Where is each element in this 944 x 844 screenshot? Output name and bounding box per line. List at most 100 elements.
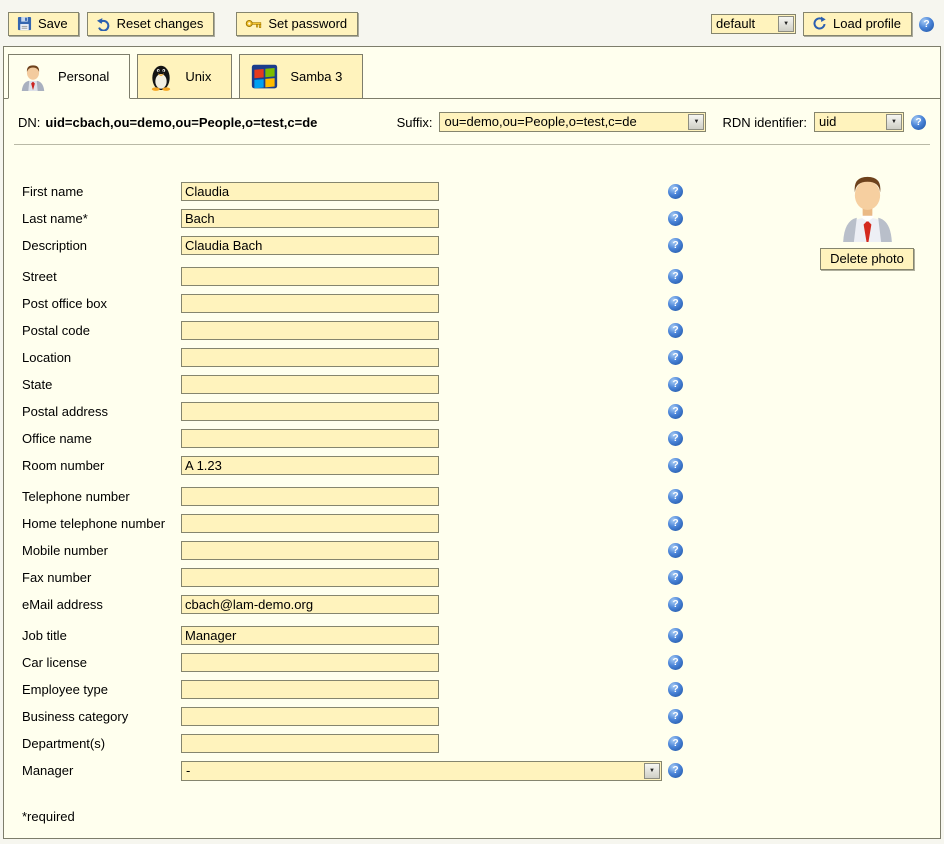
help-icon[interactable]: ? bbox=[911, 115, 926, 130]
tab-bar: Personal Unix Samba 3 bbox=[4, 47, 940, 99]
rdn-select[interactable]: uid bbox=[814, 112, 904, 132]
description-field-area bbox=[181, 236, 668, 255]
help-icon[interactable]: ? bbox=[668, 655, 683, 670]
user-photo bbox=[840, 172, 895, 245]
car-license-input[interactable] bbox=[181, 653, 439, 672]
tab-samba3[interactable]: Samba 3 bbox=[239, 54, 363, 99]
description-label: Description bbox=[22, 238, 181, 253]
help-icon[interactable]: ? bbox=[668, 377, 683, 392]
room-number-input[interactable] bbox=[181, 456, 439, 475]
first-name-input[interactable] bbox=[181, 182, 439, 201]
form-row-first-name: First name? bbox=[4, 178, 940, 205]
postal-code-field-area bbox=[181, 321, 668, 340]
manager-label: Manager bbox=[22, 763, 181, 778]
help-icon[interactable]: ? bbox=[668, 404, 683, 419]
help-icon[interactable]: ? bbox=[668, 543, 683, 558]
business-category-input[interactable] bbox=[181, 707, 439, 726]
state-input[interactable] bbox=[181, 375, 439, 394]
toolbar-right: default Load profile ? bbox=[711, 12, 934, 36]
office-name-field-area bbox=[181, 429, 668, 448]
help-icon[interactable]: ? bbox=[668, 296, 683, 311]
telephone-number-label: Telephone number bbox=[22, 489, 181, 504]
manager-field-area: - bbox=[181, 761, 668, 781]
help-icon[interactable]: ? bbox=[668, 682, 683, 697]
job-title-label: Job title bbox=[22, 628, 181, 643]
tab-personal[interactable]: Personal bbox=[8, 54, 130, 99]
form-row-description: Description? bbox=[4, 232, 940, 259]
profile-select[interactable]: default bbox=[711, 14, 796, 34]
street-input[interactable] bbox=[181, 267, 439, 286]
help-icon[interactable]: ? bbox=[668, 597, 683, 612]
save-button[interactable]: Save bbox=[8, 12, 79, 36]
delete-photo-button[interactable]: Delete photo bbox=[820, 248, 914, 270]
help-icon[interactable]: ? bbox=[668, 431, 683, 446]
help-icon[interactable]: ? bbox=[668, 570, 683, 585]
help-icon[interactable]: ? bbox=[668, 350, 683, 365]
departments-input[interactable] bbox=[181, 734, 439, 753]
help-icon[interactable]: ? bbox=[668, 763, 683, 778]
help-icon[interactable]: ? bbox=[668, 736, 683, 751]
job-title-field-area bbox=[181, 626, 668, 645]
email-address-label: eMail address bbox=[22, 597, 181, 612]
last-name-label: Last name* bbox=[22, 211, 181, 226]
state-label: State bbox=[22, 377, 181, 392]
form-section: First name?Last name*?Description?Street… bbox=[4, 145, 940, 824]
help-icon[interactable]: ? bbox=[668, 516, 683, 531]
help-icon[interactable]: ? bbox=[668, 458, 683, 473]
key-icon bbox=[245, 18, 262, 29]
fax-number-field-area bbox=[181, 568, 668, 587]
toolbar: Save Reset changes Set password default … bbox=[0, 0, 944, 46]
help-icon[interactable]: ? bbox=[668, 628, 683, 643]
form-row-car-license: Car license? bbox=[4, 649, 940, 676]
help-icon[interactable]: ? bbox=[668, 269, 683, 284]
first-name-field-area bbox=[181, 182, 668, 201]
post-office-box-field-area bbox=[181, 294, 668, 313]
help-icon[interactable]: ? bbox=[919, 17, 934, 32]
fax-number-input[interactable] bbox=[181, 568, 439, 587]
help-icon[interactable]: ? bbox=[668, 211, 683, 226]
set-password-button[interactable]: Set password bbox=[236, 12, 358, 36]
help-icon[interactable]: ? bbox=[668, 709, 683, 724]
save-label: Save bbox=[38, 16, 68, 31]
postal-address-input[interactable] bbox=[181, 402, 439, 421]
office-name-input[interactable] bbox=[181, 429, 439, 448]
suffix-select[interactable]: ou=demo,ou=People,o=test,c=de bbox=[439, 112, 706, 132]
car-license-label: Car license bbox=[22, 655, 181, 670]
business-category-field-area bbox=[181, 707, 668, 726]
form-row-mobile-number: Mobile number? bbox=[4, 537, 940, 564]
help-icon[interactable]: ? bbox=[668, 238, 683, 253]
load-profile-button[interactable]: Load profile bbox=[803, 12, 912, 36]
employee-type-input[interactable] bbox=[181, 680, 439, 699]
help-icon[interactable]: ? bbox=[668, 184, 683, 199]
room-number-label: Room number bbox=[22, 458, 181, 473]
save-icon bbox=[17, 16, 32, 31]
home-telephone-number-label: Home telephone number bbox=[22, 516, 181, 531]
help-icon[interactable]: ? bbox=[668, 323, 683, 338]
telephone-number-input[interactable] bbox=[181, 487, 439, 506]
post-office-box-input[interactable] bbox=[181, 294, 439, 313]
job-title-input[interactable] bbox=[181, 626, 439, 645]
manager-select[interactable]: - bbox=[181, 761, 662, 781]
form-row-postal-code: Postal code? bbox=[4, 317, 940, 344]
required-note: *required bbox=[4, 784, 940, 824]
mobile-number-input[interactable] bbox=[181, 541, 439, 560]
email-address-input[interactable] bbox=[181, 595, 439, 614]
help-icon[interactable]: ? bbox=[668, 489, 683, 504]
first-name-label: First name bbox=[22, 184, 181, 199]
form-row-departments: Department(s)? bbox=[4, 730, 940, 757]
home-telephone-number-input[interactable] bbox=[181, 514, 439, 533]
tab-unix[interactable]: Unix bbox=[137, 54, 232, 99]
last-name-input[interactable] bbox=[181, 209, 439, 228]
postal-code-input[interactable] bbox=[181, 321, 439, 340]
windows-icon bbox=[250, 63, 279, 90]
employee-type-field-area bbox=[181, 680, 668, 699]
last-name-field-area bbox=[181, 209, 668, 228]
reload-icon bbox=[812, 16, 827, 31]
form-row-employee-type: Employee type? bbox=[4, 676, 940, 703]
description-input[interactable] bbox=[181, 236, 439, 255]
main-panel: Personal Unix Samba 3 DN: uid=cbach,ou=d… bbox=[3, 46, 941, 839]
location-input[interactable] bbox=[181, 348, 439, 367]
form-row-postal-address: Postal address? bbox=[4, 398, 940, 425]
reset-changes-button[interactable]: Reset changes bbox=[87, 12, 215, 36]
form-rows: First name?Last name*?Description?Street… bbox=[4, 178, 940, 784]
